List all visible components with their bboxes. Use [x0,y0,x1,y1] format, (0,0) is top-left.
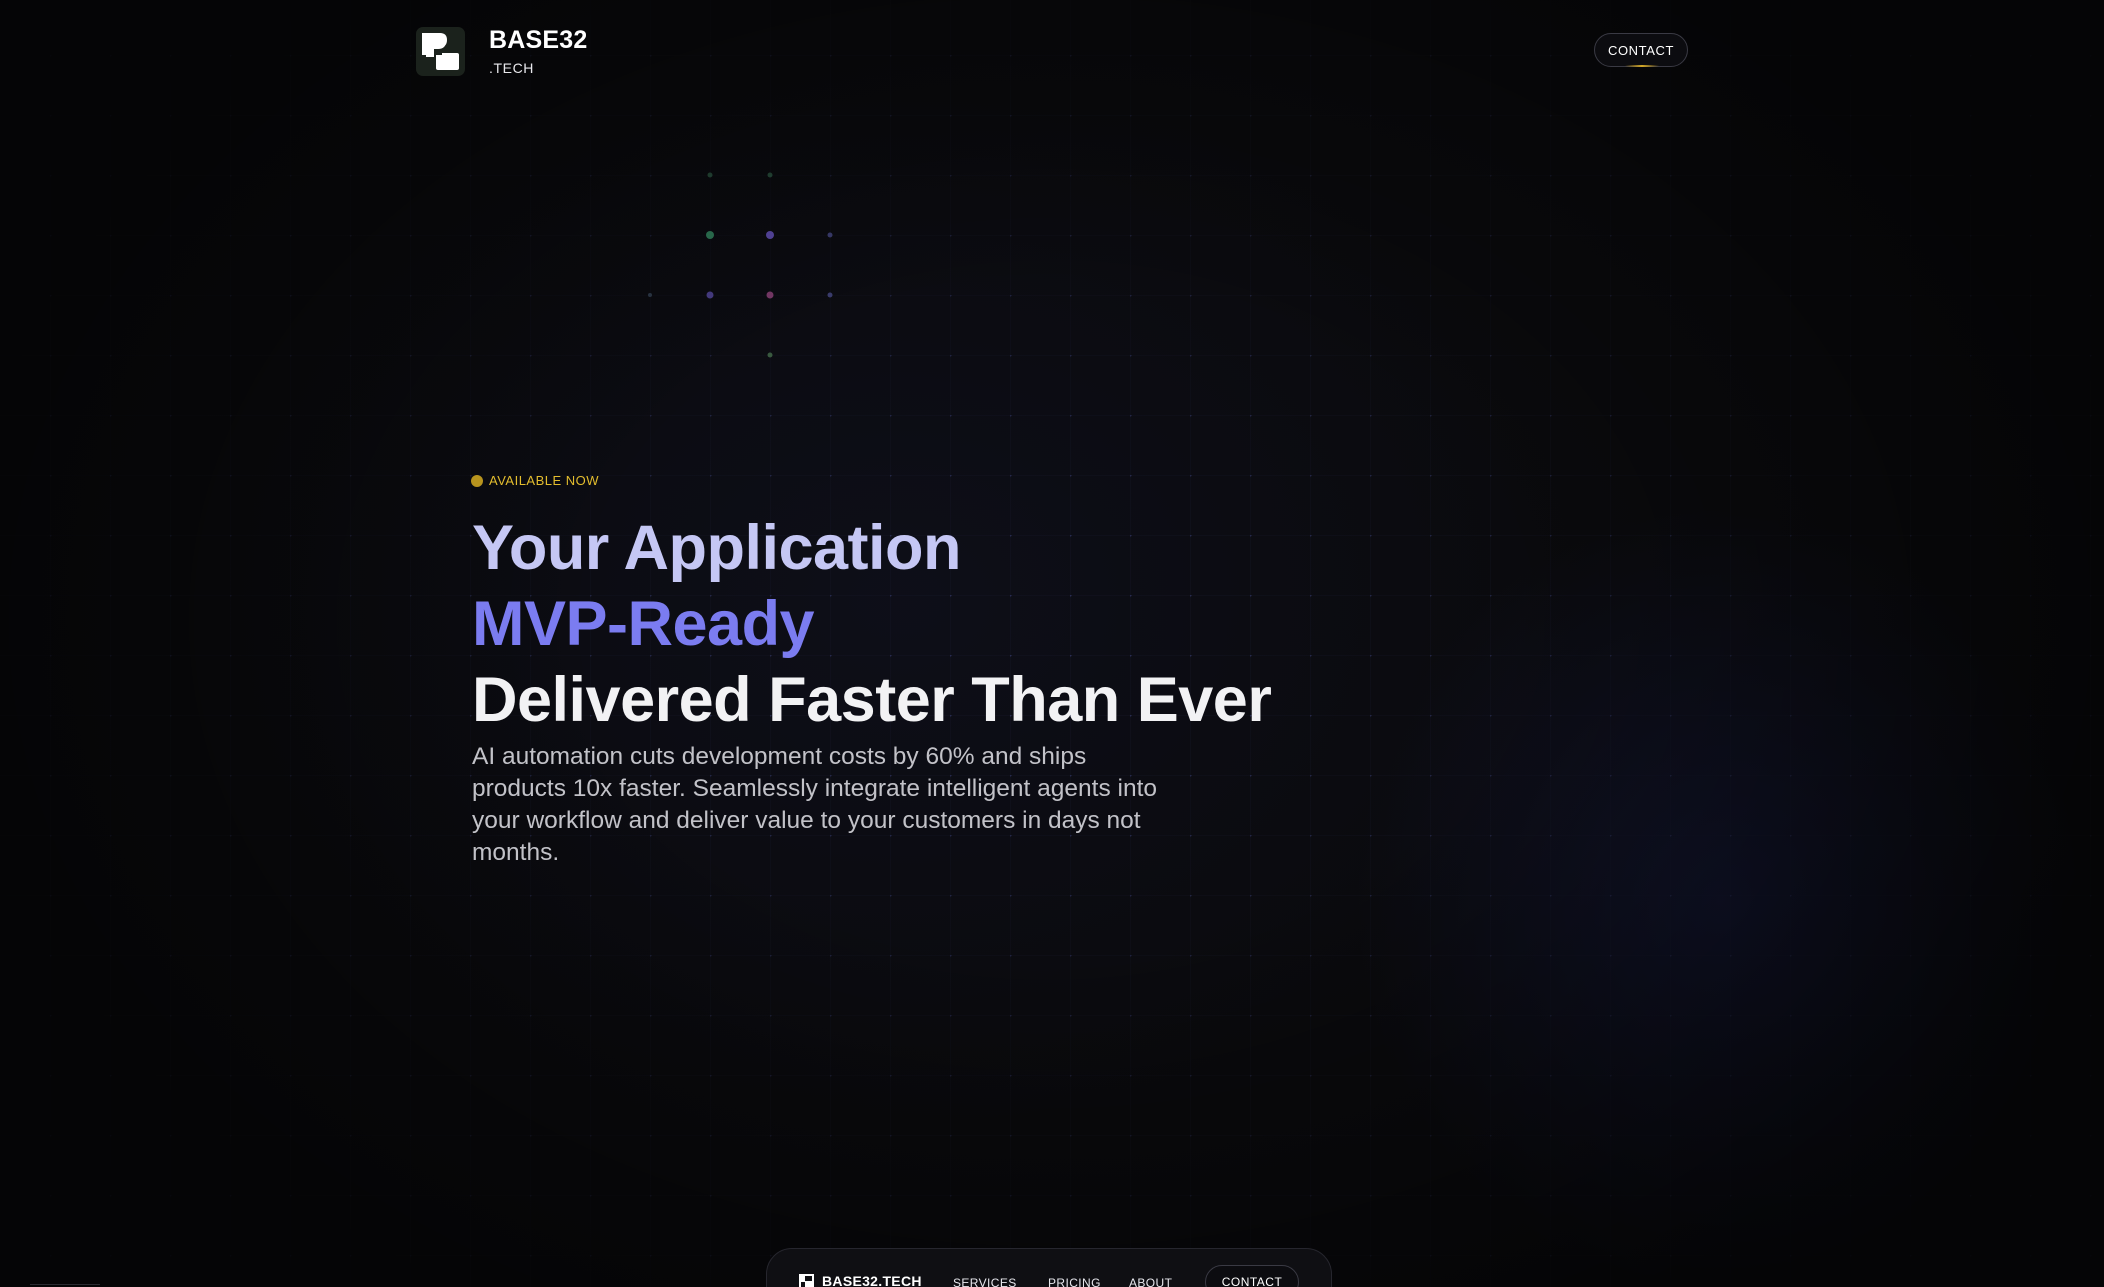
base32-small-logo-icon [799,1273,814,1287]
floating-nav-brand-text: BASE32.TECH [822,1273,922,1287]
brand-sub: .TECH [489,60,534,76]
floating-nav-brand[interactable]: BASE32.TECH [799,1273,922,1287]
floating-nav: BASE32.TECH SERVICES PRICING ABOUT CONTA… [766,1248,1332,1287]
headline-line-1: Your Application [472,513,962,583]
availability-badge-label: AVAILABLE NOW [489,473,600,488]
hero-description: AI automation cuts development costs by … [472,743,1158,866]
status-dot-icon [471,474,483,487]
nav-link-services[interactable]: SERVICES [953,1276,1017,1287]
base32-logo-icon [416,27,465,76]
headline-line-3: Delivered Faster Than Ever [472,665,1272,735]
nav-link-pricing[interactable]: PRICING [1048,1276,1101,1287]
floating-nav-contact-button[interactable]: CONTACT [1205,1265,1299,1287]
accent-dots [648,172,833,358]
brand-name: BASE32 [489,26,588,54]
landing-page: BASE32 .TECH CONTACT AVAILABLE NOW Your … [0,0,2104,1287]
availability-badge: AVAILABLE NOW [471,473,599,488]
contact-button-label: CONTACT [1607,42,1675,58]
contact-underline [1625,65,1659,67]
headline-line-2: MVP-Ready [472,589,815,659]
nav-link-about[interactable]: ABOUT [1129,1276,1172,1287]
floating-nav-contact-label: CONTACT [1221,1275,1283,1287]
corner-divider [30,1284,100,1285]
brand-text: BASE32 .TECH [489,27,587,76]
brand-logo-link[interactable]: BASE32 .TECH [416,27,587,76]
contact-button[interactable]: CONTACT [1594,33,1688,67]
hero-headline: Your Application MVP-Ready Delivered Fas… [472,510,1272,738]
